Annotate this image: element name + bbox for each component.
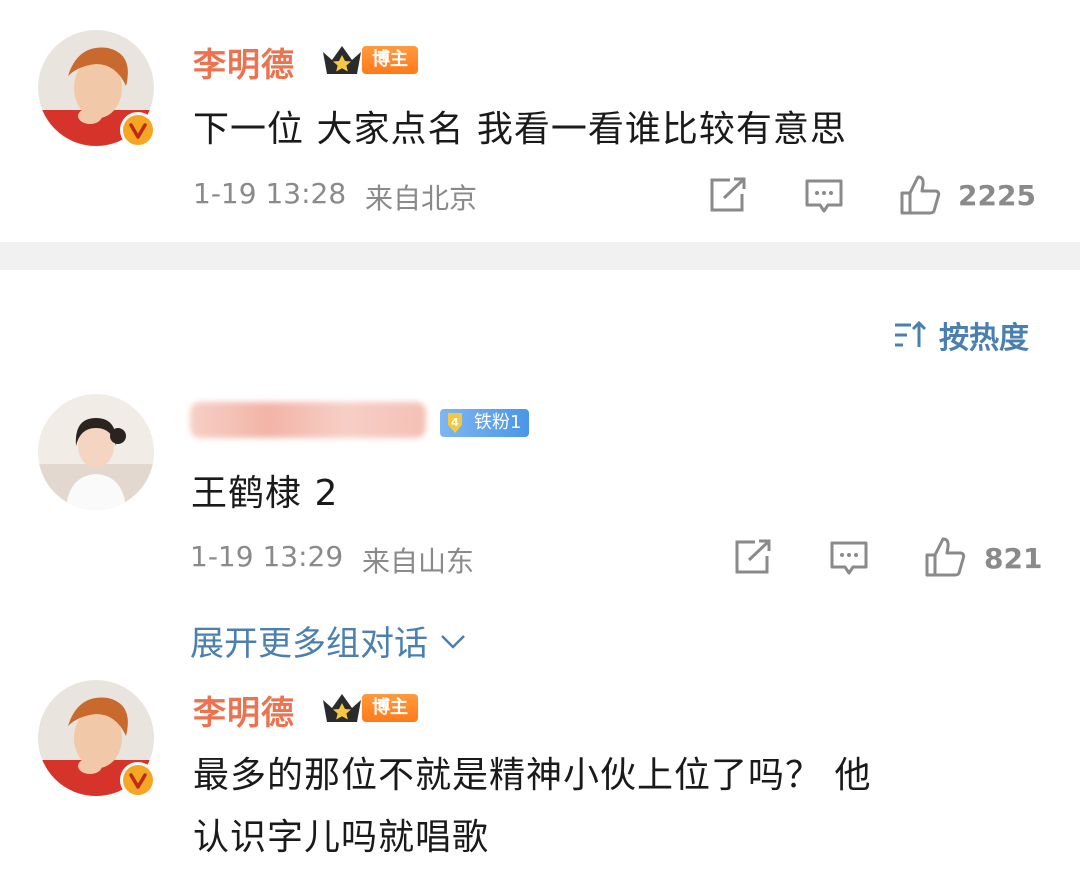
share-icon[interactable] bbox=[733, 538, 773, 580]
expand-label: 展开更多组对话 bbox=[190, 624, 428, 664]
comment-time: 1-19 13:28 bbox=[193, 177, 347, 210]
verified-icon bbox=[120, 112, 156, 148]
share-icon[interactable] bbox=[708, 176, 748, 218]
username[interactable]: 李明德 bbox=[193, 686, 295, 734]
sort-button[interactable]: 按热度 bbox=[893, 313, 1029, 357]
comment-text-line2: 认识字儿吗就唱歌 bbox=[193, 817, 490, 858]
sort-label: 按热度 bbox=[939, 321, 1029, 356]
comment-text: 王鹤棣 2 bbox=[191, 473, 339, 514]
like-icon[interactable] bbox=[923, 535, 967, 583]
like-count: 2225 bbox=[958, 179, 1036, 212]
sort-icon bbox=[895, 320, 927, 347]
comment-location: 来自山东 bbox=[362, 545, 475, 578]
like-count: 821 bbox=[984, 542, 1043, 575]
comment-icon[interactable] bbox=[804, 178, 844, 220]
expand-conversations-link[interactable]: 展开更多组对话 bbox=[190, 616, 468, 665]
chevron-down-icon bbox=[441, 634, 465, 649]
like-icon[interactable] bbox=[898, 173, 942, 221]
section-divider bbox=[0, 242, 1080, 270]
crown-icon bbox=[320, 42, 364, 78]
fan-badge-label: 铁粉1 bbox=[474, 412, 522, 433]
comment-time: 1-19 13:29 bbox=[190, 540, 344, 573]
comment-text: 下一位 大家点名 我看一看谁比较有意思 bbox=[193, 109, 847, 150]
crown-icon bbox=[320, 690, 364, 726]
blogger-badge: 博主 bbox=[362, 694, 418, 722]
fan-badge: 4 铁粉1 bbox=[440, 409, 530, 437]
username-blurred[interactable] bbox=[190, 402, 426, 438]
avatar[interactable] bbox=[38, 680, 156, 798]
fan-badge-icon: 4 bbox=[444, 411, 466, 435]
comment-text-line1: 最多的那位不就是精神小伙上位了吗？ 他 bbox=[193, 755, 872, 796]
blogger-badge: 博主 bbox=[362, 46, 418, 74]
avatar[interactable] bbox=[38, 394, 154, 510]
svg-text:4: 4 bbox=[451, 416, 459, 429]
avatar[interactable] bbox=[38, 30, 156, 148]
comment-icon[interactable] bbox=[829, 540, 869, 582]
verified-icon bbox=[120, 762, 156, 798]
comment-location: 来自北京 bbox=[365, 182, 478, 215]
username[interactable]: 李明德 bbox=[193, 38, 295, 86]
